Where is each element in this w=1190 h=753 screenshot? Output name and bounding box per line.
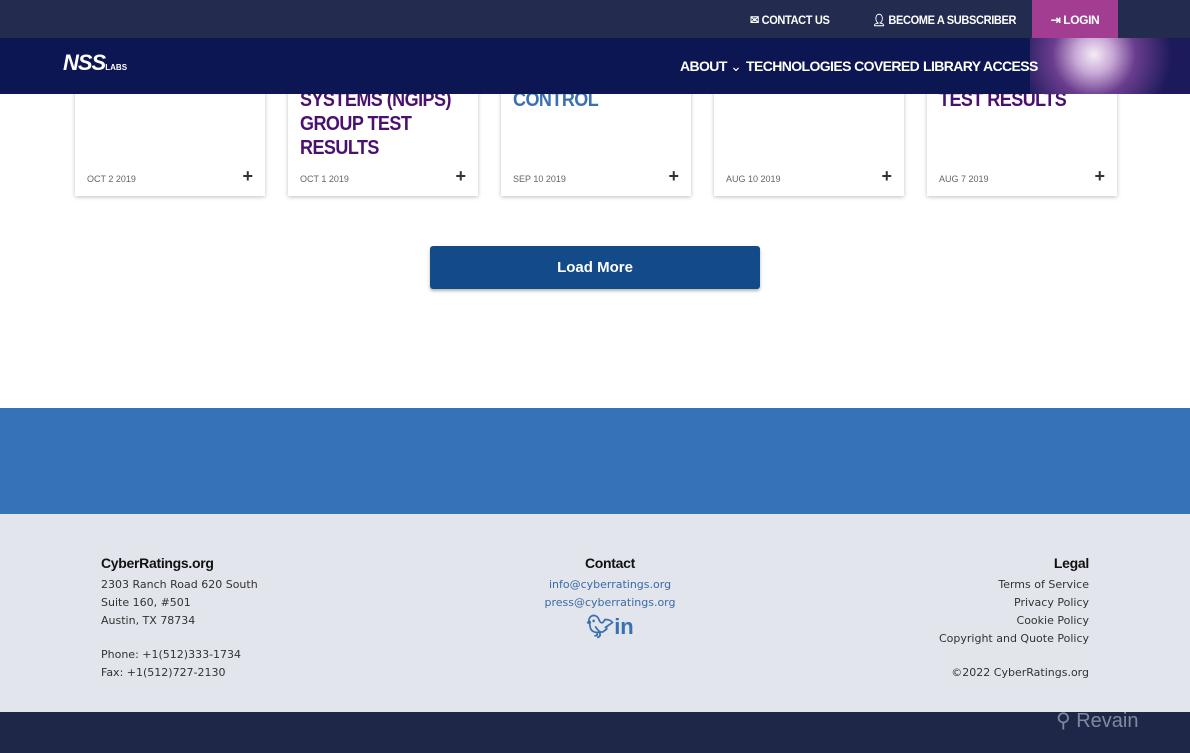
card-date: AUG 10 2019 <box>726 174 781 184</box>
envelope-icon: ✉ <box>750 13 762 27</box>
linkedin-icon[interactable]: in <box>614 614 634 639</box>
plus-icon[interactable]: + <box>668 166 679 187</box>
footer-org: CyberRatings.org 2303 Ranch Road 620 Sou… <box>101 554 258 682</box>
phone: Phone: +1(512)333-1734 <box>101 648 242 661</box>
twitter-icon[interactable]: 🐦︎ <box>586 614 614 639</box>
address-line: Austin, TX 78734 <box>101 614 196 627</box>
plus-icon[interactable]: + <box>881 166 892 187</box>
fax: Fax: +1(512)727-2130 <box>101 666 226 679</box>
footer: CyberRatings.org 2303 Ranch Road 620 Sou… <box>0 514 1190 712</box>
cookie-link[interactable]: Cookie Policy <box>939 612 1089 630</box>
nav-technologies-covered[interactable]: TECHNOLOGIES COVERED <box>746 58 920 74</box>
login-icon: ⇥ <box>1050 13 1064 27</box>
plus-icon[interactable]: + <box>1094 166 1105 187</box>
blue-band <box>0 408 1190 514</box>
main-nav: NSSLABS ABOUT ⌄ TECHNOLOGIES COVERED LIB… <box>0 38 1190 94</box>
card-date: OCT 1 2019 <box>300 174 349 184</box>
revain-logo-icon: ⚲ <box>1056 710 1077 732</box>
contact-us-link[interactable]: ✉ CONTACT US <box>750 0 830 38</box>
nss-labs-logo[interactable]: NSSLABS <box>63 50 127 76</box>
become-subscriber-link[interactable]: 👤︎ BECOME A SUBSCRIBER <box>872 0 1016 38</box>
plus-icon[interactable]: + <box>242 166 253 187</box>
chevron-down-icon: ⌄ <box>730 58 742 74</box>
copyright: ©2022 CyberRatings.org <box>951 666 1089 679</box>
address-line: Suite 160, #501 <box>101 596 191 609</box>
footer-org-heading: CyberRatings.org <box>101 555 214 571</box>
press-email-link[interactable]: press@cyberratings.org <box>510 594 710 612</box>
top-bar: ✉ CONTACT US 👤︎ BECOME A SUBSCRIBER ⇥ LO… <box>0 0 1190 38</box>
info-email-link[interactable]: info@cyberratings.org <box>510 576 710 594</box>
footer-contact-heading: Contact <box>584 555 635 571</box>
user-icon: 👤︎ <box>872 13 889 27</box>
card-date: SEP 10 2019 <box>513 174 566 184</box>
terms-link[interactable]: Terms of Service <box>939 576 1089 594</box>
revain-watermark: ⚲ Revain <box>1056 710 1139 732</box>
nav-library-access[interactable]: LIBRARY ACCESS <box>923 58 1038 74</box>
footer-legal: Legal Terms of Service Privacy Policy Co… <box>939 554 1089 682</box>
header-image <box>1030 38 1190 94</box>
copyright-policy-link[interactable]: Copyright and Quote Policy <box>939 630 1089 648</box>
card-date: AUG 7 2019 <box>939 174 989 184</box>
load-more-button[interactable]: Load More <box>430 246 760 289</box>
footer-legal-heading: Legal <box>1053 555 1089 571</box>
plus-icon[interactable]: + <box>455 166 466 187</box>
address-line: 2303 Ranch Road 620 South <box>101 578 258 591</box>
footer-contact: Contact info@cyberratings.org press@cybe… <box>510 554 710 639</box>
privacy-link[interactable]: Privacy Policy <box>939 594 1089 612</box>
card-title[interactable]: SYSTEMS (NGIPS) GROUP TEST RESULTS <box>300 88 453 160</box>
bottom-bar <box>0 712 1190 753</box>
login-button[interactable]: ⇥ LOGIN <box>1032 0 1118 38</box>
nav-about[interactable]: ABOUT ⌄ <box>680 58 742 75</box>
card-date: OCT 2 2019 <box>87 174 136 184</box>
